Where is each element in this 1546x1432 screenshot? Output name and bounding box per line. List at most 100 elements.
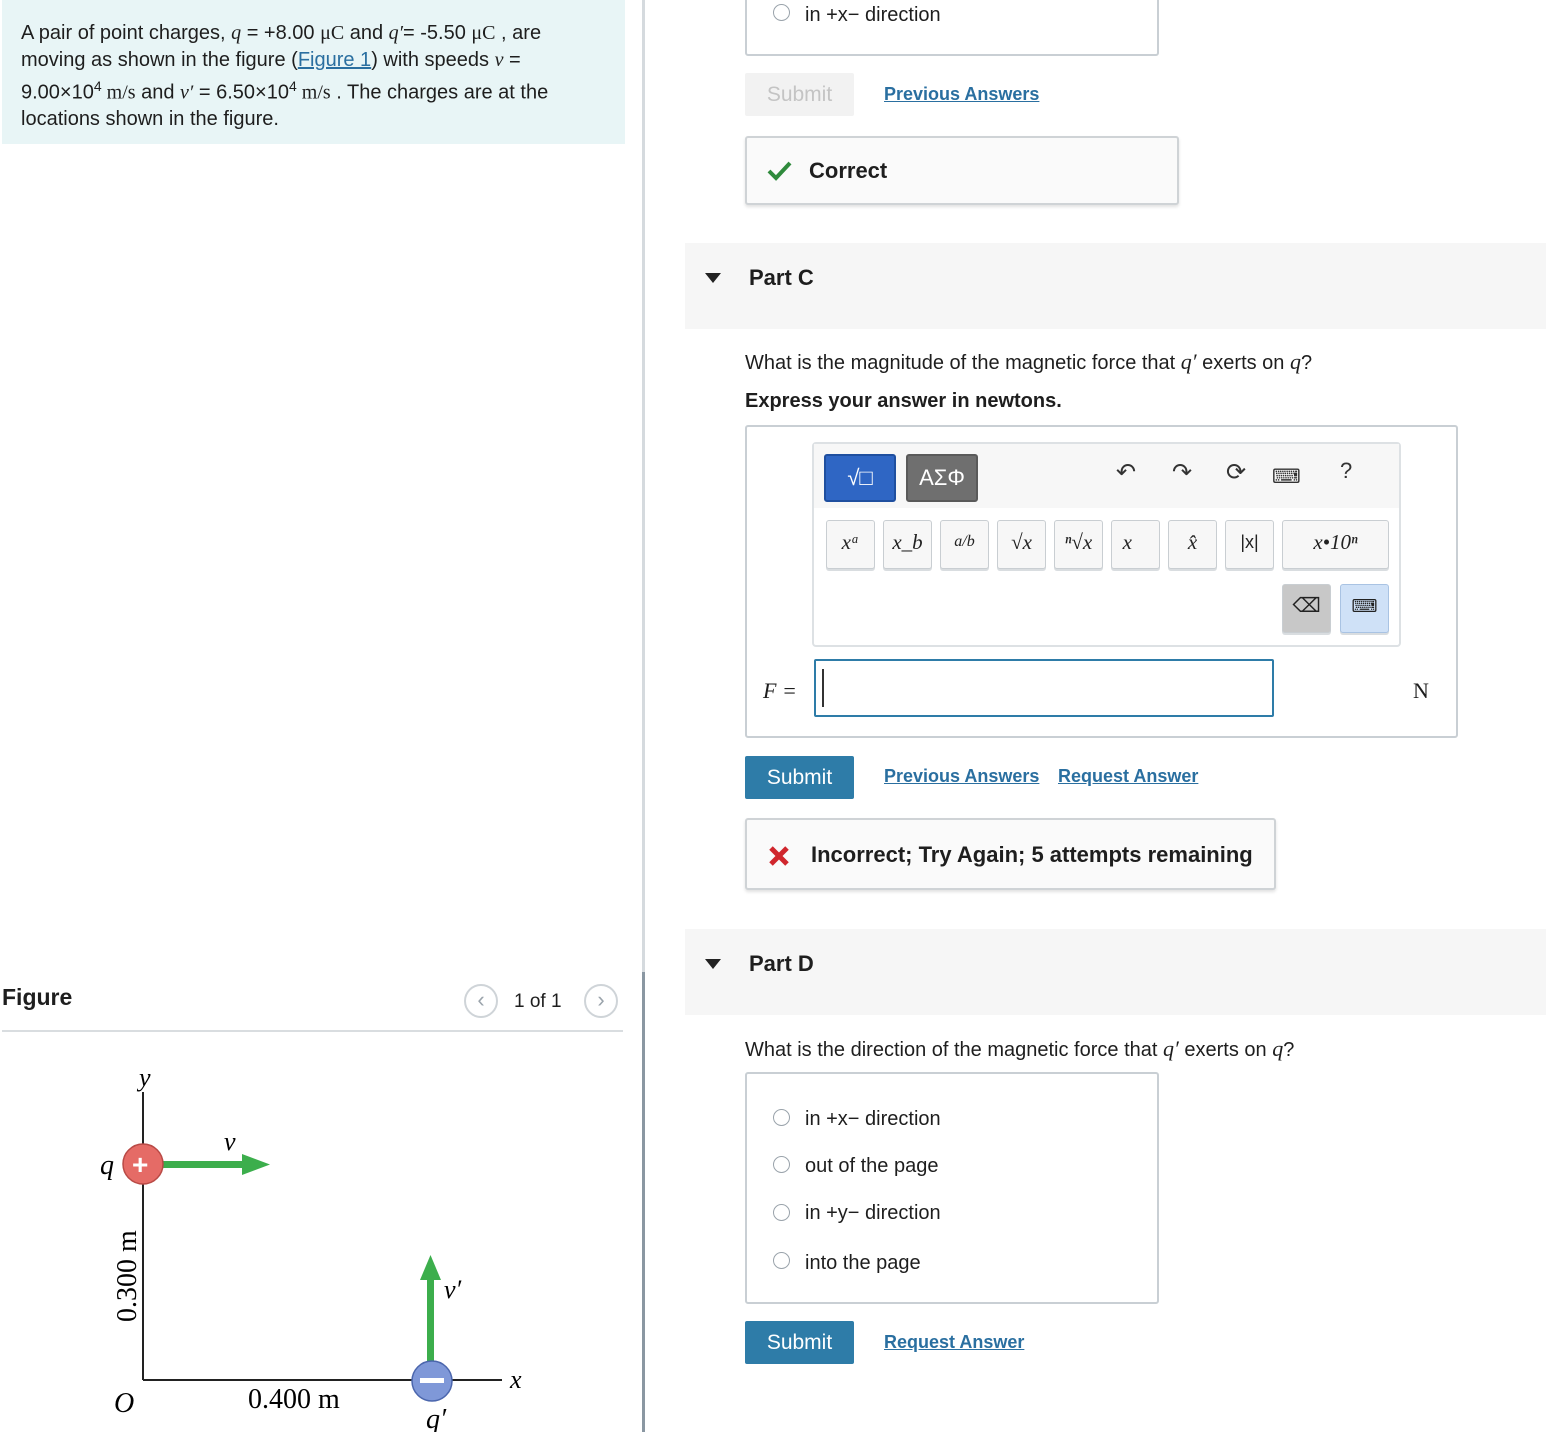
x-axis-label: x bbox=[509, 1365, 522, 1394]
part-c-question: What is the magnitude of the magnetic fo… bbox=[745, 349, 1312, 375]
problem-text: A pair of point charges, bbox=[21, 22, 232, 44]
text-caret bbox=[822, 669, 824, 707]
chevron-left-icon[interactable]: ‹ bbox=[464, 984, 498, 1018]
v-label: v bbox=[224, 1127, 236, 1156]
equals: = bbox=[503, 48, 521, 71]
q-symbol: q bbox=[1272, 1036, 1284, 1061]
radio-option[interactable] bbox=[773, 1204, 790, 1221]
v-prime-symbol: v′ bbox=[180, 81, 194, 104]
v-prime-label: v′ bbox=[444, 1275, 462, 1304]
origin-label: O bbox=[114, 1388, 134, 1419]
previous-answers-link[interactable]: Previous Answers bbox=[884, 84, 1039, 105]
unit-microcoulomb: μC bbox=[471, 22, 496, 44]
math-toolbar: √□ ΑΣΦ ↶ ↷ ⟳ ⌨ ? xᵃ x_b a/b √x ⁿ√x x⃗ x̂… bbox=[812, 442, 1401, 647]
symbols-tab[interactable]: ΑΣΦ bbox=[906, 454, 978, 502]
distance-y-label: 0.300 m bbox=[112, 1230, 143, 1322]
unit-mps: m/s bbox=[101, 81, 136, 104]
question-text: What is the direction of the magnetic fo… bbox=[745, 1039, 1163, 1061]
part-d-submit-button[interactable]: Submit bbox=[745, 1321, 854, 1364]
v-exponent: 4 bbox=[93, 78, 102, 94]
key-nth-root[interactable]: ⁿ√x bbox=[1054, 520, 1103, 569]
radio-option[interactable] bbox=[773, 1252, 790, 1269]
part-c-submit-button[interactable]: Submit bbox=[745, 756, 854, 799]
v-arrow-shaft bbox=[162, 1161, 246, 1168]
question-text: exerts on bbox=[1178, 1039, 1273, 1061]
key-subscript[interactable]: x_b bbox=[883, 520, 932, 569]
q-prime-minus-sign bbox=[420, 1378, 444, 1383]
problem-text: ) with speeds bbox=[371, 48, 495, 71]
q-label: q bbox=[100, 1150, 114, 1181]
v-value: 9.00×10 bbox=[21, 81, 94, 104]
previous-answers-link[interactable]: Previous Answers bbox=[884, 766, 1039, 787]
q-prime-symbol: q′ bbox=[1163, 1036, 1179, 1061]
q-value: = +8.00 bbox=[241, 22, 321, 44]
v-arrowhead bbox=[242, 1154, 270, 1175]
incorrect-feedback: Incorrect; Try Again; 5 attempts remaini… bbox=[745, 818, 1276, 890]
equals: = bbox=[193, 81, 217, 104]
q-prime-symbol: q′ bbox=[388, 22, 404, 44]
v-prime-exponent: 4 bbox=[288, 78, 297, 94]
part-c-header[interactable]: Part C bbox=[685, 243, 1546, 329]
figure-title: Figure bbox=[2, 984, 73, 1010]
question-text: What is the magnitude of the magnetic fo… bbox=[745, 352, 1181, 374]
chevron-right-icon[interactable]: › bbox=[584, 984, 618, 1018]
key-sci-notation[interactable]: x•10ⁿ bbox=[1282, 520, 1389, 569]
correct-feedback: Correct bbox=[745, 136, 1179, 205]
templates-tab[interactable]: √□ bbox=[824, 454, 896, 502]
y-axis-label: y bbox=[136, 1063, 151, 1092]
v-prime-arrow-shaft bbox=[427, 1276, 434, 1362]
option-label[interactable]: in +x− direction bbox=[805, 1108, 941, 1131]
caret-down-icon bbox=[705, 959, 721, 969]
checkmark-icon bbox=[767, 161, 792, 181]
q-symbol: q bbox=[231, 22, 242, 44]
v-prime-arrowhead bbox=[420, 1255, 441, 1280]
request-answer-link[interactable]: Request Answer bbox=[884, 1332, 1024, 1353]
option-label[interactable]: out of the page bbox=[805, 1155, 938, 1178]
option-label: in +x− direction bbox=[805, 4, 941, 26]
part-c-title: Part C bbox=[749, 265, 814, 290]
keyboard-toggle-icon[interactable]: ⌨ bbox=[1340, 584, 1389, 633]
option-label[interactable]: in +y− direction bbox=[805, 1202, 941, 1225]
help-icon[interactable]: ? bbox=[1340, 458, 1352, 484]
submit-button-disabled[interactable]: Submit bbox=[745, 73, 854, 116]
caret-down-icon bbox=[705, 273, 721, 283]
reset-icon[interactable]: ⟳ bbox=[1226, 458, 1246, 487]
q-plus-sign: + bbox=[132, 1149, 148, 1180]
part-d-header[interactable]: Part D bbox=[685, 929, 1546, 1015]
option-label[interactable]: into the page bbox=[805, 1252, 921, 1275]
radio-option[interactable] bbox=[773, 4, 790, 21]
panel-divider-handle[interactable] bbox=[642, 972, 645, 1432]
feedback-text: Incorrect; Try Again; 5 attempts remaini… bbox=[811, 842, 1253, 867]
figure-counter: 1 of 1 bbox=[514, 991, 562, 1012]
figure-link[interactable]: Figure 1 bbox=[298, 49, 371, 71]
backspace-icon[interactable]: ⌫ bbox=[1282, 584, 1331, 633]
radio-option[interactable] bbox=[773, 1109, 790, 1126]
part-b-options-box: in +x− direction bbox=[745, 0, 1159, 56]
request-answer-link[interactable]: Request Answer bbox=[1058, 766, 1198, 787]
part-c-instruction: Express your answer in newtons. bbox=[745, 390, 1062, 412]
feedback-text: Correct bbox=[809, 158, 888, 183]
problem-statement: A pair of point charges, q = +8.00 μC an… bbox=[2, 0, 625, 144]
key-sqrt[interactable]: √x bbox=[997, 520, 1046, 569]
answer-input[interactable] bbox=[814, 659, 1274, 717]
key-abs[interactable]: |x| bbox=[1225, 520, 1274, 569]
question-text: ? bbox=[1283, 1039, 1295, 1061]
question-text: ? bbox=[1301, 352, 1313, 374]
distance-x-label: 0.400 m bbox=[248, 1384, 340, 1415]
key-superscript[interactable]: xᵃ bbox=[826, 520, 875, 569]
key-fraction[interactable]: a/b bbox=[940, 520, 989, 569]
answer-variable-label: F = bbox=[763, 678, 797, 703]
figure-diagram: y x O 0.400 m 0.300 m v + q v′ q′ bbox=[100, 1063, 522, 1432]
x-mark-icon bbox=[769, 846, 789, 866]
figure-header: Figure ‹ 1 of 1 › bbox=[2, 982, 623, 1032]
v-prime-value: 6.50×10 bbox=[216, 81, 289, 104]
key-unit-vector[interactable]: x̂ bbox=[1168, 520, 1217, 569]
keyboard-icon[interactable]: ⌨ bbox=[1272, 464, 1301, 489]
key-vector[interactable]: x⃗ bbox=[1111, 520, 1160, 569]
q-prime-symbol: q′ bbox=[1180, 349, 1197, 374]
q-symbol: q bbox=[1290, 349, 1301, 374]
undo-icon[interactable]: ↶ bbox=[1116, 458, 1136, 487]
part-d-question: What is the direction of the magnetic fo… bbox=[745, 1036, 1294, 1062]
radio-option[interactable] bbox=[773, 1156, 790, 1173]
redo-icon[interactable]: ↷ bbox=[1172, 458, 1192, 487]
